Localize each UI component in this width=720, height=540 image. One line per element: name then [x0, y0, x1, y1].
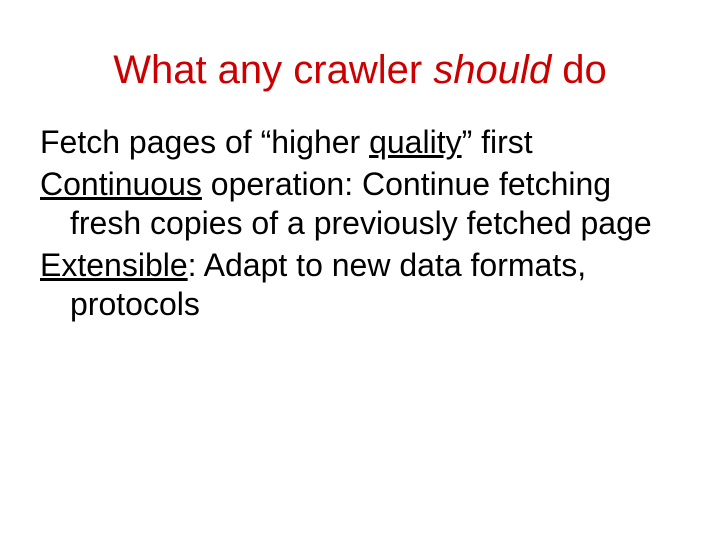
- b3-underlined: Extensible: [40, 247, 188, 283]
- slide-body: Fetch pages of “higher quality” first Co…: [40, 123, 680, 323]
- b2-underlined: Continuous: [40, 166, 202, 202]
- bullet-2: Continuous operation: Continue fetching …: [40, 165, 680, 242]
- b1-post: ” first: [462, 124, 533, 160]
- b1-pre: Fetch pages of “higher: [40, 124, 369, 160]
- title-italic: should: [433, 48, 551, 92]
- slide: What any crawler should do Fetch pages o…: [0, 0, 720, 540]
- bullet-3: Extensible: Adapt to new data formats, p…: [40, 246, 680, 323]
- title-part1: What any crawler: [113, 48, 433, 92]
- title-part2: do: [551, 48, 607, 92]
- slide-title: What any crawler should do: [40, 48, 680, 93]
- b1-underlined: quality: [369, 124, 462, 160]
- bullet-1: Fetch pages of “higher quality” first: [40, 123, 680, 161]
